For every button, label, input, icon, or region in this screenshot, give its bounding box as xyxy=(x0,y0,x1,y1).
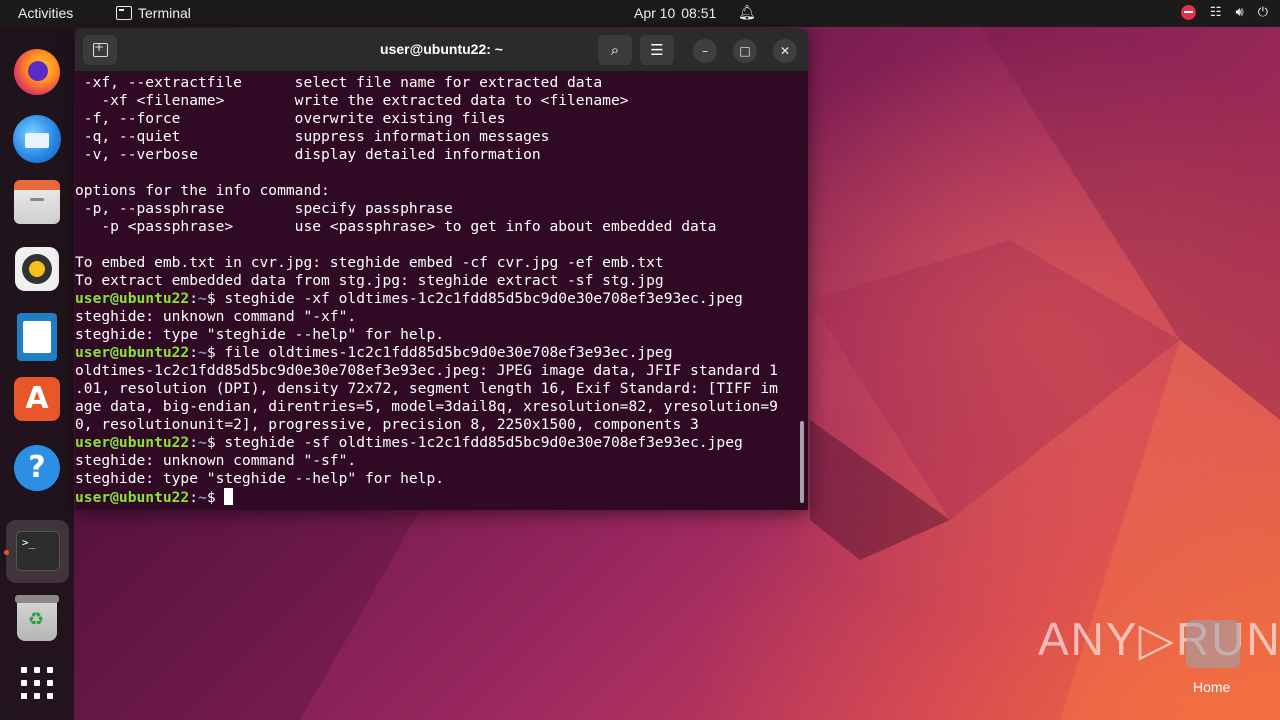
show-apps-icon[interactable] xyxy=(21,667,53,699)
app-menu[interactable]: Terminal xyxy=(116,5,191,21)
terminal-output-line: -p, --passphrase specify passphrase xyxy=(75,200,453,217)
anyrun-watermark: ANY▷RUN xyxy=(1038,613,1280,665)
terminal-cursor xyxy=(224,488,234,505)
prompt-dollar: $ xyxy=(206,434,216,451)
search-button[interactable]: ⌕ xyxy=(598,35,632,65)
terminal-output-line: age data, big-endian, direntries=5, mode… xyxy=(75,398,778,415)
recycle-icon: ♻ xyxy=(28,609,45,630)
firefox-icon[interactable] xyxy=(14,49,60,95)
terminal-command-line: user@ubuntu22:~$ file oldtimes-1c2c1fdd8… xyxy=(75,344,808,362)
terminal-output-line: options for the info command: xyxy=(75,182,330,199)
prompt-separator: : xyxy=(189,344,199,361)
terminal-command-line: user@ubuntu22:~$ xyxy=(75,488,808,506)
terminal-icon: >_ xyxy=(16,531,60,571)
terminal-scrollbar[interactable] xyxy=(800,421,804,503)
prompt-separator: : xyxy=(189,434,199,451)
home-folder-label[interactable]: Home xyxy=(1193,679,1230,695)
command-text: steghide -xf oldtimes-1c2c1fdd85d5bc9d0e… xyxy=(215,290,743,307)
terminal-output-line: oldtimes-1c2c1fdd85d5bc9d0e30e708ef3e93e… xyxy=(75,362,778,379)
command-text xyxy=(216,489,225,506)
close-button[interactable]: ✕ xyxy=(773,39,797,63)
maximize-button[interactable]: □ xyxy=(733,39,757,63)
prompt-dollar: $ xyxy=(206,489,216,506)
prompt-separator: : xyxy=(189,489,199,506)
prompt-user: user@ubuntu22 xyxy=(75,489,190,506)
terminal-output-line: steghide: type "steghide --help" for hel… xyxy=(75,326,445,343)
app-center-icon[interactable]: A xyxy=(14,377,60,421)
prompt-path: ~ xyxy=(198,489,207,506)
terminal-output-line: -xf, --extractfile select file name for … xyxy=(75,74,603,91)
terminal-output-line xyxy=(75,164,808,182)
running-indicator xyxy=(4,550,9,555)
trash-icon[interactable]: ♻ xyxy=(15,595,59,641)
terminal-dock-item[interactable]: >_ xyxy=(6,520,69,583)
help-icon[interactable]: ? xyxy=(14,445,60,491)
home-folder-icon[interactable] xyxy=(1186,620,1240,668)
terminal-output-line: -f, --force overwrite existing files xyxy=(75,110,506,127)
terminal-command-line: user@ubuntu22:~$ steghide -xf oldtimes-1… xyxy=(75,290,808,308)
terminal-output-line: To extract embedded data from stg.jpg: s… xyxy=(75,272,664,289)
hamburger-icon: ☰ xyxy=(650,41,664,59)
terminal-output-line: steghide: unknown command "-sf". xyxy=(75,452,357,469)
files-icon[interactable] xyxy=(14,180,60,224)
do-not-disturb-icon[interactable] xyxy=(1180,4,1196,20)
terminal-output-line: To embed emb.txt in cvr.jpg: steghide em… xyxy=(75,254,664,271)
libreoffice-writer-icon[interactable] xyxy=(17,313,57,361)
prompt-path: ~ xyxy=(198,434,207,451)
terminal-output-line: -xf <filename> write the extracted data … xyxy=(75,92,629,109)
terminal-output-line xyxy=(75,236,808,254)
terminal-output-line: .01, resolution (DPI), density 72x72, se… xyxy=(75,380,778,397)
prompt-dollar: $ xyxy=(206,290,216,307)
command-text: steghide -sf oldtimes-1c2c1fdd85d5bc9d0e… xyxy=(215,434,743,451)
network-icon[interactable]: ☷ xyxy=(1210,4,1222,20)
terminal-command-line: user@ubuntu22:~$ steghide -sf oldtimes-1… xyxy=(75,434,808,452)
terminal-output-line: -p <passphrase> use <passphrase> to get … xyxy=(75,218,717,235)
terminal-window[interactable]: user@ubuntu22: ~ ⌕ ☰ – □ ✕ -xf, --extrac… xyxy=(75,28,808,510)
search-icon: ⌕ xyxy=(610,41,620,59)
thunderbird-icon[interactable] xyxy=(13,115,61,163)
dock: A ? >_ ♻ xyxy=(0,27,74,720)
terminal-output[interactable]: -xf, --extractfile select file name for … xyxy=(75,74,808,510)
menu-button[interactable]: ☰ xyxy=(640,35,674,65)
prompt-path: ~ xyxy=(198,290,207,307)
top-bar: Activities Terminal Apr 10 08:51 🔔︎ ☷ 🔊︎… xyxy=(0,0,1280,27)
activities-button[interactable]: Activities xyxy=(18,5,73,21)
system-tray[interactable]: ☷ 🔊︎ ⏻ xyxy=(1180,4,1268,20)
clock[interactable]: Apr 10 08:51 xyxy=(634,5,716,21)
prompt-separator: : xyxy=(189,290,199,307)
app-menu-label: Terminal xyxy=(138,5,191,21)
terminal-output-line: 0, resolutionunit=2], progressive, preci… xyxy=(75,416,699,433)
prompt-user: user@ubuntu22 xyxy=(75,344,190,361)
prompt-user: user@ubuntu22 xyxy=(75,434,190,451)
prompt-user: user@ubuntu22 xyxy=(75,290,190,307)
clock-date: Apr 10 xyxy=(634,5,676,21)
clock-time: 08:51 xyxy=(681,5,717,21)
prompt-dollar: $ xyxy=(206,344,216,361)
volume-icon[interactable]: 🔊︎ xyxy=(1236,4,1244,20)
command-text: file oldtimes-1c2c1fdd85d5bc9d0e30e708ef… xyxy=(215,344,673,361)
terminal-output-line: steghide: unknown command "-xf". xyxy=(75,308,357,325)
terminal-output-line: -q, --quiet suppress information message… xyxy=(75,128,550,145)
terminal-output-line: steghide: type "steghide --help" for hel… xyxy=(75,470,445,487)
prompt-path: ~ xyxy=(198,344,207,361)
terminal-small-icon xyxy=(116,6,132,20)
rhythmbox-icon[interactable] xyxy=(15,247,59,291)
power-icon[interactable]: ⏻ xyxy=(1258,4,1268,20)
bell-icon[interactable]: 🔔︎ xyxy=(738,4,756,21)
minimize-button[interactable]: – xyxy=(693,39,717,63)
window-titlebar[interactable]: user@ubuntu22: ~ ⌕ ☰ – □ ✕ xyxy=(75,28,808,72)
terminal-output-line: -v, --verbose display detailed informati… xyxy=(75,146,541,163)
